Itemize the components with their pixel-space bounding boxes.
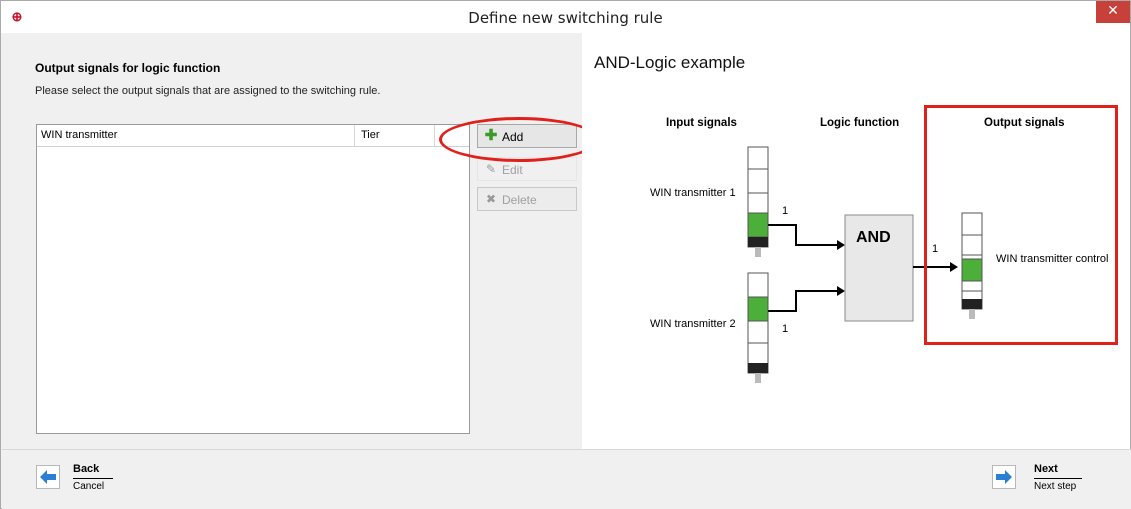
- instruction-text: Please select the output signals that ar…: [35, 85, 381, 97]
- input-2-label: WIN transmitter 2: [650, 318, 736, 330]
- edit-button-label: Edit: [502, 163, 523, 177]
- input-1-label: WIN transmitter 1: [650, 187, 736, 199]
- delete-button[interactable]: ✖ Delete: [477, 187, 577, 211]
- column-header-tier[interactable]: Tier: [355, 125, 435, 146]
- back-button[interactable]: Back: [73, 463, 99, 475]
- example-panel: AND-Logic example Input signals Logic fu…: [582, 33, 1130, 449]
- pencil-icon: ✎: [485, 162, 497, 176]
- dialog-window: ⊕ Define new switching rule ✕ Output sig…: [0, 0, 1131, 509]
- arrow-head-2: [837, 286, 845, 296]
- title-bar: ⊕ Define new switching rule ✕: [1, 1, 1130, 33]
- output-signals-table[interactable]: WIN transmitter Tier: [36, 124, 470, 434]
- next-button[interactable]: Next: [1034, 463, 1058, 475]
- close-button[interactable]: ✕: [1096, 1, 1130, 23]
- delete-button-label: Delete: [502, 193, 537, 207]
- add-button-highlight: [439, 117, 599, 162]
- next-arrow-icon[interactable]: [992, 465, 1016, 489]
- signal-value-2: 1: [782, 323, 789, 335]
- connector-line-2: [768, 290, 837, 312]
- next-step-link[interactable]: Next step: [1034, 478, 1082, 492]
- output-signals-highlight: [924, 105, 1118, 345]
- arrow-head-1: [837, 240, 845, 250]
- signal-value-1: 1: [782, 205, 789, 217]
- window-title: Define new switching rule: [468, 9, 663, 27]
- signal-tower-2: [747, 272, 769, 383]
- column-header-win-transmitter[interactable]: WIN transmitter: [37, 125, 355, 146]
- left-panel: Output signals for logic function Please…: [2, 33, 599, 449]
- footer-bar: Back Cancel Next Next step: [2, 449, 1131, 509]
- signal-tower-1: [747, 146, 769, 257]
- back-arrow-icon[interactable]: [36, 465, 60, 489]
- cancel-link[interactable]: Cancel: [73, 478, 113, 492]
- connector-line-1: [768, 224, 837, 246]
- table-header: WIN transmitter Tier: [37, 125, 469, 147]
- section-heading: Output signals for logic function: [35, 61, 221, 75]
- delete-icon: ✖: [485, 192, 497, 206]
- and-label: AND: [856, 229, 891, 246]
